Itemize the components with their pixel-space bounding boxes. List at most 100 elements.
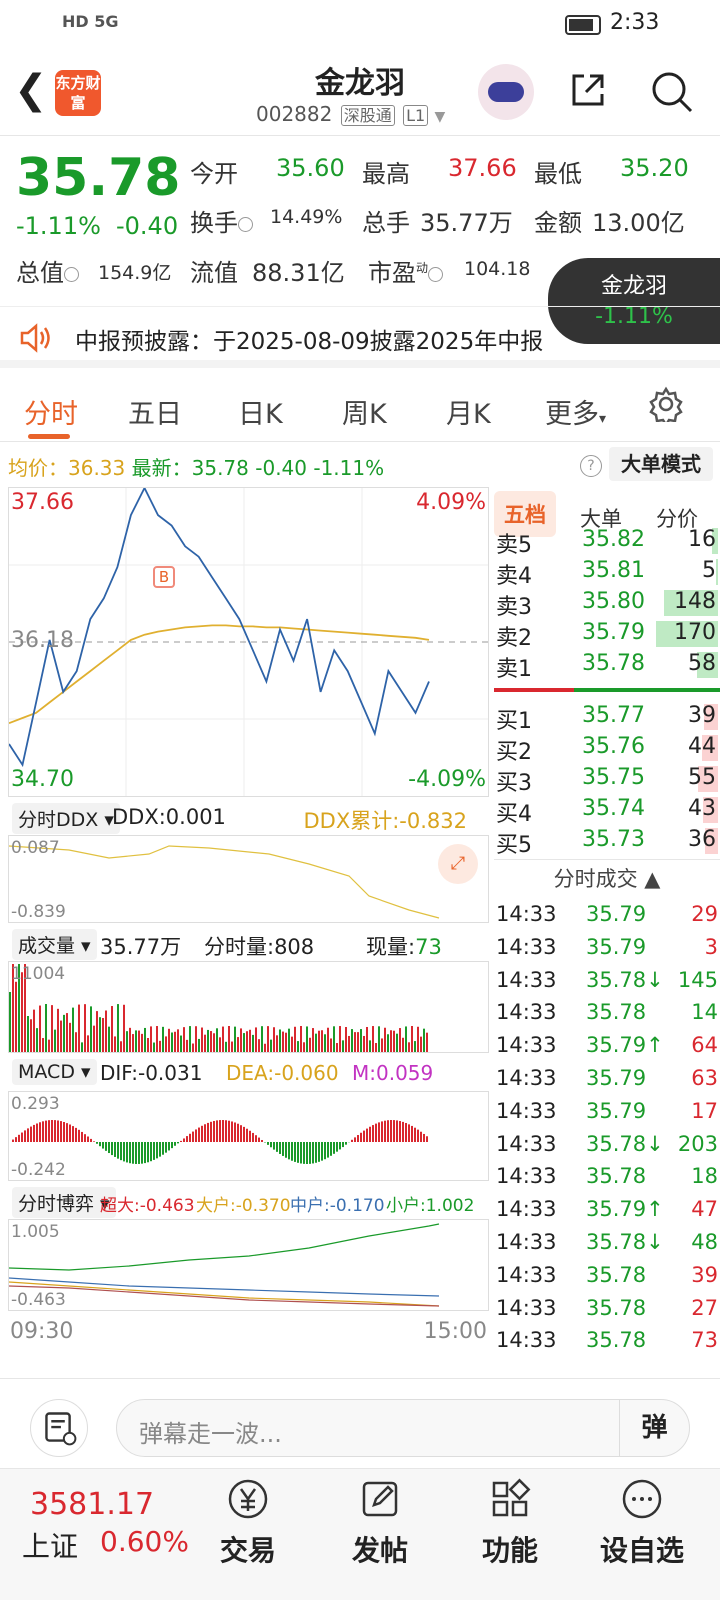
macd-bar [270,1142,272,1148]
volume-bar [237,1037,239,1052]
volume-bar [228,1026,230,1052]
macd-bar [168,1142,170,1151]
turnover-label: 换手 [190,203,256,238]
macd-bar [138,1142,140,1164]
last-label: 最新： [131,456,192,480]
nav-post[interactable]: 发帖 [330,1477,430,1569]
nav-functions[interactable]: 功能 [460,1477,560,1569]
index-value[interactable]: 3581.17 [30,1487,154,1522]
macd-bottom: -0.242 [11,1160,66,1180]
share-icon[interactable] [568,70,608,110]
macd-bar [414,1127,416,1142]
volume-bar [132,1034,134,1052]
nav-add-watchlist[interactable]: 设自选 [592,1477,692,1569]
game-panel: 1.005 -0.463 [8,1219,489,1311]
volume-bar [390,1030,392,1052]
info-icon[interactable] [64,266,79,282]
bid-row[interactable]: 买2 35.76 44 [494,732,720,765]
volume-bar [336,1043,338,1052]
ask-row[interactable]: 卖2 35.79 170 [494,618,720,651]
volume-bar [318,1030,320,1052]
macd-bar [162,1142,164,1155]
macd-selector[interactable]: MACD ▾ [12,1059,97,1085]
ask-row[interactable]: 卖4 35.81 5 [494,556,720,589]
grid-icon [492,1478,531,1517]
time-start: 09:30 [10,1319,74,1344]
volume-bar [372,1026,374,1052]
macd-bar [144,1142,146,1164]
bid-row[interactable]: 买3 35.75 55 [494,763,720,796]
macd-bar [240,1125,242,1142]
macd-bar [297,1142,299,1163]
avg-label-text: 均价： [8,456,68,480]
info-icon[interactable] [428,266,444,282]
macd-bar [243,1126,245,1142]
expand-icon[interactable]: ⤢ [438,844,478,884]
volume-bar [366,1026,368,1052]
price-panel[interactable]: 37.66 4.09% 36.18 34.70 -4.09% B [8,485,489,797]
nav-trade[interactable]: 交易 [198,1477,298,1569]
macd-bar [303,1142,305,1164]
index-name: 上证 [22,1530,79,1563]
floater-name: 金龙羽 [600,274,667,299]
search-icon[interactable] [650,70,694,114]
volume-bar [72,1007,74,1052]
help-icon[interactable]: ? [580,455,602,477]
macd-bar [363,1130,365,1142]
macd-bar [216,1120,218,1142]
message-settings-icon[interactable] [30,1399,88,1457]
macd-bar [336,1142,338,1152]
tab-intraday[interactable]: 分时 [24,392,78,431]
buy-marker[interactable]: B [153,566,175,588]
macd-bar [171,1142,173,1149]
ddx-selector[interactable]: 分时DDX ▾ [12,803,120,834]
trades-header[interactable]: 分时成交 ▲ [494,859,720,897]
volume-bar [39,1005,41,1052]
tab-weekly-k[interactable]: 周K [342,392,387,431]
volume-selector[interactable]: 成交量 ▾ [12,929,97,960]
ask-row[interactable]: 卖5 35.82 16 [494,525,720,558]
macd-bar [201,1125,203,1142]
high-label: 最高 [362,160,410,188]
macd-bar [354,1137,356,1142]
bid-row[interactable]: 买4 35.74 43 [494,794,720,827]
chart-tabs: 分时 五日 日K 周K 月K 更多▾ [0,376,720,442]
tab-monthly-k[interactable]: 月K [446,392,491,431]
macd-bar [189,1133,191,1142]
dropdown-icon[interactable]: ▼ [435,109,446,125]
macd-bar [108,1142,110,1154]
y-min-label: 34.70 [11,767,74,792]
volume-bar [252,1034,254,1052]
volume-bar [294,1026,296,1052]
danmu-input[interactable]: 弹幕走一波... 弹 [116,1399,690,1457]
volume-bar [114,1036,116,1052]
intraday-charts: 37.66 4.09% 36.18 34.70 -4.09% B 分时DDX ▾… [8,485,489,1377]
macd-bar [96,1142,98,1144]
ask-row[interactable]: 卖1 35.78 58 [494,649,720,682]
volume-bar [279,1029,281,1052]
macd-bar [60,1121,62,1142]
macd-m: M:0.059 [352,1061,434,1085]
volume-bar [426,1032,428,1052]
big-order-mode-button[interactable]: 大单模式 [609,447,713,481]
ask-row[interactable]: 卖3 35.80 148 [494,587,720,620]
volume-bar [144,1027,146,1052]
macd-bar [51,1120,53,1142]
danmu-toggle-button[interactable]: 弹 [619,1400,689,1456]
volume-bar [174,1031,176,1052]
tab-more[interactable]: 更多▾ [545,392,606,431]
tab-five-day[interactable]: 五日 [128,392,182,431]
pct-min-label: -4.09% [408,767,486,792]
notice-bar[interactable]: 中报预披露：于2025-08-09披露2025年中报 [0,306,720,368]
assistant-robot-icon[interactable] [478,64,534,120]
volume-bar [21,972,23,1052]
volume-bar [405,1026,407,1052]
macd-bar [21,1132,23,1142]
info-icon[interactable] [238,216,253,232]
tab-daily-k[interactable]: 日K [238,392,283,431]
bid-row[interactable]: 买1 35.77 39 [494,701,720,734]
trade-row: 14:33 35.78 39 [496,1262,718,1287]
gear-icon[interactable] [648,386,684,422]
bid-row[interactable]: 买5 35.73 36 [494,825,720,858]
yuan-icon [228,1479,268,1519]
